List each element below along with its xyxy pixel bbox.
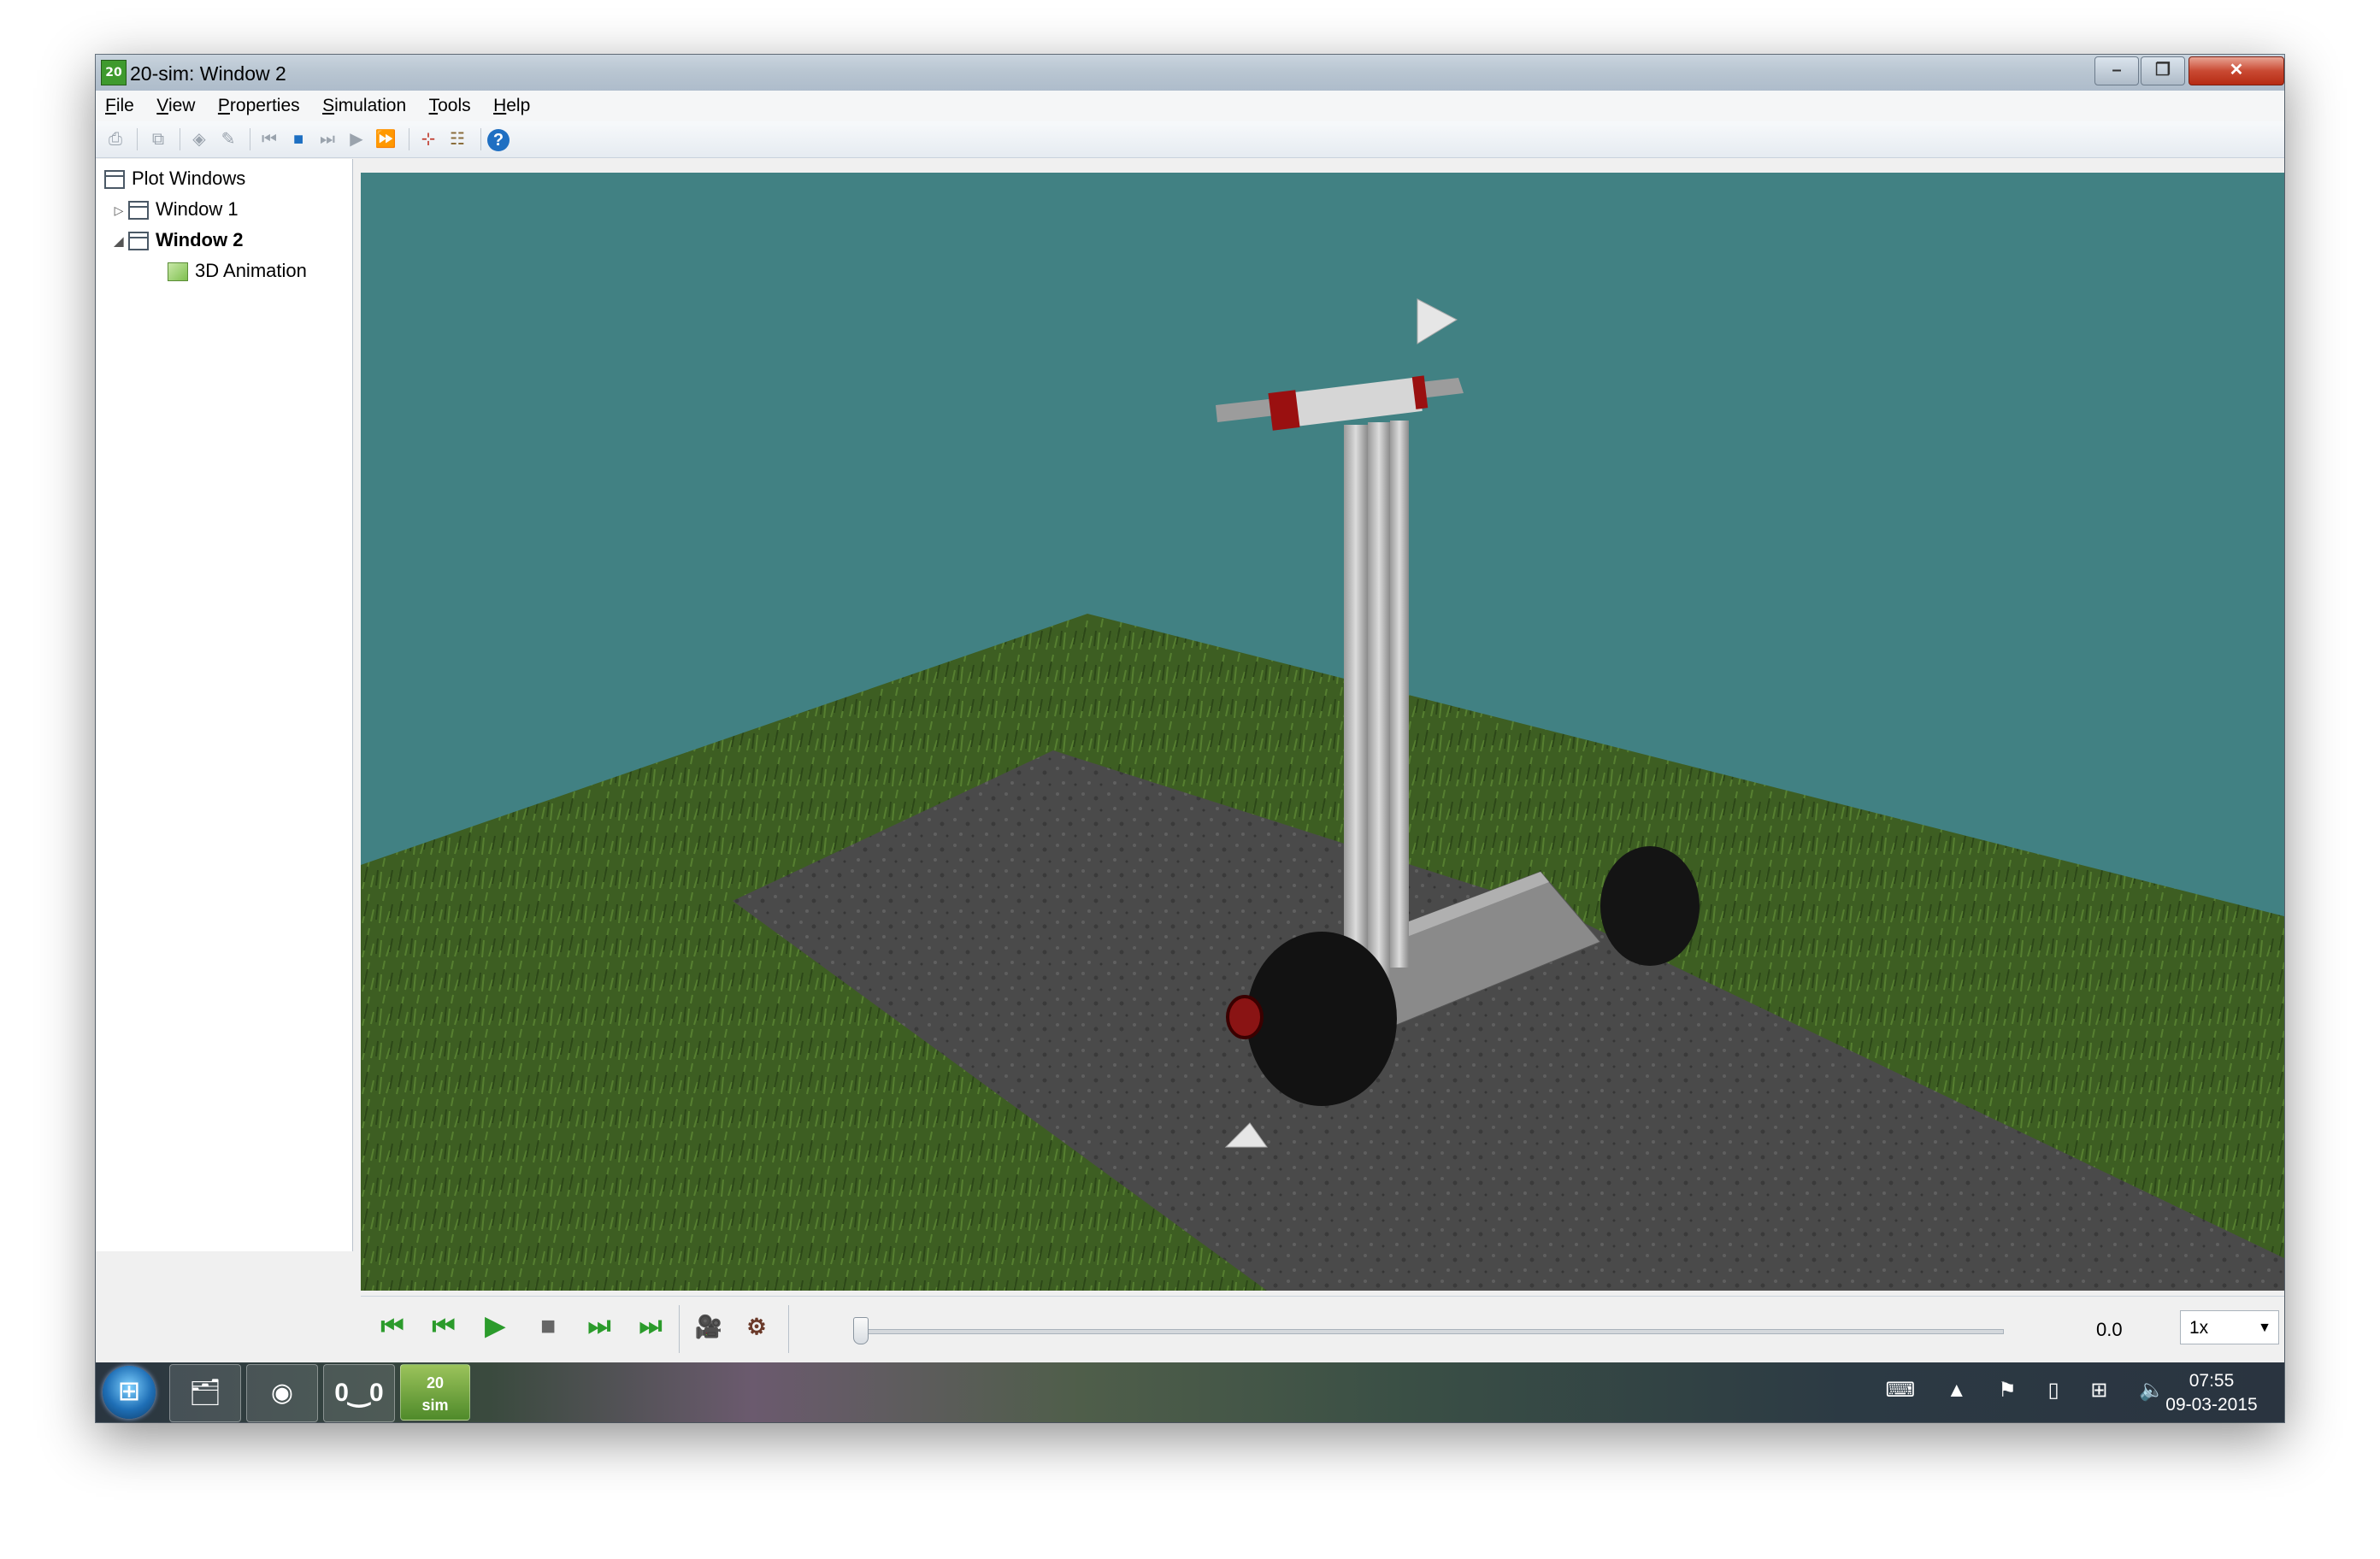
skip-to-end-icon[interactable]: ⏭	[631, 1307, 670, 1346]
fast-forward-icon[interactable]: ⏩	[373, 127, 398, 151]
print-icon[interactable]: ⎙	[103, 127, 128, 151]
tree-item-window-2[interactable]: ◢ Window 2	[113, 226, 243, 255]
rear-wheel	[1600, 846, 1700, 966]
menu-view[interactable]: View	[147, 91, 204, 121]
clock-time: 07:55	[2189, 1371, 2235, 1391]
menu-simulation[interactable]: Simulation	[313, 91, 415, 121]
properties-icon[interactable]: ☷	[445, 127, 470, 151]
plot-icon[interactable]: ⊹	[415, 127, 441, 151]
tree-item-window-1[interactable]: ▷ Window 1	[113, 195, 239, 224]
action-center-flag-icon[interactable]: ⚑	[1998, 1379, 2017, 1402]
cube-icon	[168, 262, 188, 282]
front-wheel-hub	[1226, 995, 1264, 1039]
tree-root[interactable]: Plot Windows	[104, 164, 245, 193]
title-bar[interactable]: 20 20-sim: Window 2 – ❐ ✕	[96, 55, 2284, 91]
film-reel-icon[interactable]: ⚙	[737, 1307, 776, 1346]
handlebar-grip	[1268, 390, 1300, 431]
3d-scene	[361, 298, 2284, 1291]
front-wheel	[1246, 932, 1397, 1106]
stop-icon[interactable]: ■	[286, 127, 311, 151]
play-icon[interactable]: ▶	[475, 1307, 515, 1346]
start-button[interactable]	[103, 1366, 156, 1419]
tree-item-3d-animation[interactable]: 3D Animation	[168, 256, 307, 285]
window-icon	[128, 232, 149, 251]
skip-to-start-icon[interactable]: ⏮	[373, 1307, 412, 1346]
tree-item-window-2-label: Window 2	[156, 229, 244, 250]
rewind-icon[interactable]: ⏮	[256, 127, 282, 151]
player-separator	[679, 1305, 680, 1353]
step-forward-icon[interactable]: ⏭	[580, 1307, 619, 1346]
play-icon[interactable]: ▶	[344, 127, 369, 151]
system-tray: ⌨ ▲ ⚑ ▯ ⊞ 🔈	[1860, 1378, 2165, 1403]
menu-tools[interactable]: Tools	[420, 91, 480, 121]
window-title: 20-sim: Window 2	[130, 62, 286, 85]
steering-column	[1344, 425, 1368, 980]
plot-windows-tree: Plot Windows ▷ Window 1 ◢ Window 2 3D Anim…	[96, 159, 353, 1251]
app-00-icon[interactable]: 0‿0	[323, 1364, 395, 1422]
app-icon: 20	[101, 60, 127, 85]
maximize-button[interactable]: ❐	[2141, 56, 2185, 85]
collapse-icon[interactable]: ◢	[113, 226, 125, 256]
toolbar-separator	[137, 128, 138, 150]
time-slider-track[interactable]	[857, 1329, 2004, 1334]
tree-root-label: Plot Windows	[132, 168, 246, 189]
animation-player: ⏮ ⏮ ▶ ■ ⏭ ⏭ 🎥 ⚙ 0.0 1x ▼	[361, 1296, 2284, 1363]
speed-value: 1x	[2189, 1318, 2209, 1338]
step-icon[interactable]: ⏭	[315, 127, 340, 151]
clock-date: 09-03-2015	[2165, 1395, 2258, 1415]
minimize-button[interactable]: –	[2094, 56, 2139, 85]
cone-marker	[1417, 298, 1458, 344]
file-explorer-icon[interactable]: 🗂	[169, 1364, 241, 1422]
expand-icon[interactable]: ▷	[113, 196, 125, 225]
3d-viewport[interactable]	[361, 173, 2284, 1291]
menu-help[interactable]: Help	[484, 91, 539, 121]
tree-item-3d-animation-label: 3D Animation	[195, 260, 307, 281]
app-window: 20 20-sim: Window 2 – ❐ ✕ File View Prop…	[96, 55, 2284, 1422]
network-icon[interactable]: ⊞	[2090, 1379, 2107, 1402]
copy-icon[interactable]: ⧉	[145, 127, 171, 151]
tree-item-window-1-label: Window 1	[156, 198, 239, 220]
time-slider-thumb[interactable]	[853, 1317, 869, 1344]
toolbar: ⎙ ⧉ ◈ ✎ ⏮ ■ ⏭ ▶ ⏩ ⊹ ☷ ?	[96, 121, 2284, 158]
window-icon	[128, 201, 149, 221]
close-button[interactable]: ✕	[2189, 56, 2284, 85]
stop-icon[interactable]: ■	[528, 1307, 568, 1346]
player-separator	[788, 1305, 789, 1353]
time-readout: 0.0	[2096, 1319, 2123, 1340]
step-back-icon[interactable]: ⏮	[424, 1307, 463, 1346]
steering-column	[1390, 421, 1409, 968]
help-icon[interactable]: ?	[487, 129, 510, 151]
toolbar-separator	[480, 128, 481, 150]
clock[interactable]: 07:55 09-03-2015	[2156, 1369, 2267, 1417]
speed-select[interactable]: 1x ▼	[2180, 1310, 2279, 1344]
edit-icon[interactable]: ✎	[215, 127, 241, 151]
taskbar: 🗂 ◉ 0‿0 20sim ⌨ ▲ ⚑ ▯ ⊞ 🔈 07:55 09-03-20…	[96, 1362, 2284, 1422]
show-hidden-icons-icon[interactable]: ▲	[1947, 1379, 1967, 1402]
steering-column	[1368, 422, 1390, 978]
keyboard-icon[interactable]: ⌨	[1886, 1379, 1916, 1402]
chrome-icon[interactable]: ◉	[246, 1364, 318, 1422]
battery-icon[interactable]: ▯	[2047, 1379, 2059, 1402]
record-movie-icon[interactable]: 🎥	[689, 1307, 728, 1346]
20sim-taskbar-icon[interactable]: 20 sim	[400, 1364, 470, 1421]
chevron-down-icon: ▼	[2258, 1321, 2271, 1335]
menu-file[interactable]: File	[96, 91, 144, 121]
diamond-icon[interactable]: ◈	[186, 127, 212, 151]
window-list-icon	[104, 170, 125, 190]
menu-properties[interactable]: Properties	[209, 91, 309, 121]
menu-bar: File View Properties Simulation Tools He…	[96, 91, 2284, 122]
